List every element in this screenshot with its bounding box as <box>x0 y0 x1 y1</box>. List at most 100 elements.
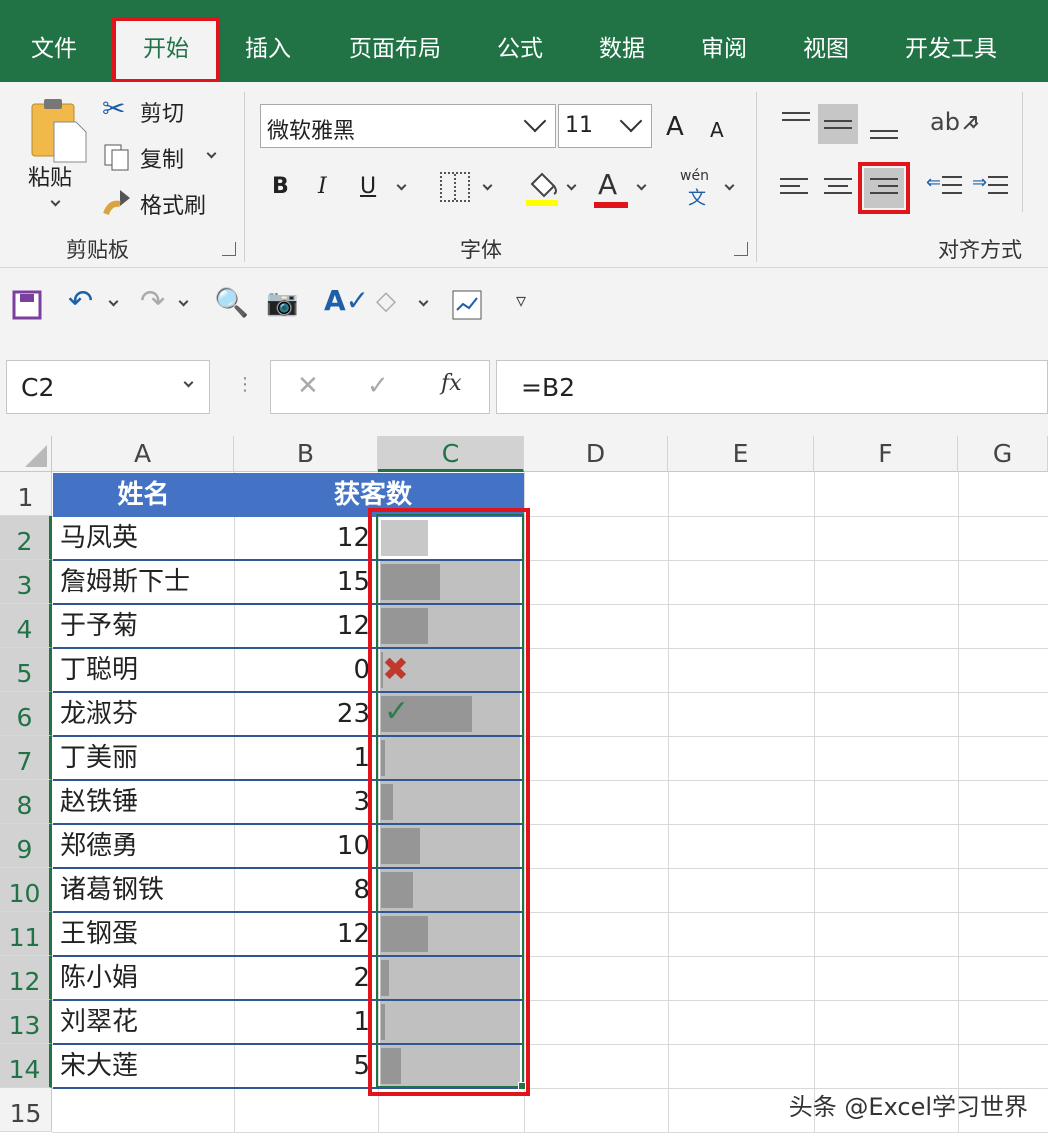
redo-icon[interactable]: ↷ <box>140 284 165 319</box>
row-header-5[interactable]: 5 <box>0 648 52 692</box>
align-top-button[interactable] <box>776 104 816 144</box>
bold-button[interactable]: B <box>272 174 289 199</box>
tab-page-layout[interactable]: 页面布局 <box>330 20 460 80</box>
shapes-dropdown-icon[interactable] <box>418 296 429 307</box>
font-size-select[interactable]: 11 <box>558 104 652 148</box>
table-cell-count[interactable]: 1 <box>234 736 370 780</box>
table-cell-name[interactable]: 陈小娟 <box>60 956 232 1000</box>
tab-home[interactable]: 开始 <box>114 20 218 82</box>
row-header-8[interactable]: 8 <box>0 780 52 824</box>
underline-button[interactable]: U <box>360 174 376 199</box>
undo-icon[interactable]: ↶ <box>68 284 93 319</box>
row-header-12[interactable]: 12 <box>0 956 52 1000</box>
font-color-dropdown-icon[interactable] <box>636 180 647 191</box>
align-right-button[interactable] <box>864 168 904 208</box>
name-box-dropdown-icon[interactable] <box>183 377 194 388</box>
table-cell-count[interactable]: 12 <box>234 604 370 648</box>
column-header-b[interactable]: B <box>234 436 378 472</box>
table-cell-name[interactable]: 诸葛钢铁 <box>60 868 232 912</box>
format-painter-button[interactable]: 格式刷 <box>102 186 222 220</box>
row-header-15[interactable]: 15 <box>0 1088 52 1132</box>
name-box[interactable]: C2 <box>6 360 210 414</box>
cancel-icon[interactable]: ✕ <box>297 371 319 401</box>
column-header-a[interactable]: A <box>52 436 234 472</box>
align-left-button[interactable] <box>776 168 816 208</box>
chart-icon[interactable] <box>452 290 482 320</box>
table-cell-name[interactable]: 丁聪明 <box>60 648 232 692</box>
tab-formulas[interactable]: 公式 <box>478 20 562 80</box>
enter-icon[interactable]: ✓ <box>367 371 389 401</box>
column-header-d[interactable]: D <box>524 436 668 472</box>
camera-icon[interactable]: 📷 <box>266 288 298 318</box>
table-cell-count[interactable]: 2 <box>234 956 370 1000</box>
shrink-font-button[interactable]: A <box>710 118 724 142</box>
grow-font-button[interactable]: A <box>666 112 684 142</box>
font-launcher-icon[interactable] <box>734 242 748 256</box>
table-cell-name[interactable]: 龙淑芬 <box>60 692 232 736</box>
column-header-f[interactable]: F <box>814 436 958 472</box>
row-header-13[interactable]: 13 <box>0 1000 52 1044</box>
paste-button[interactable]: 粘贴 <box>22 96 92 216</box>
copy-dropdown-icon[interactable] <box>206 148 217 159</box>
tab-data[interactable]: 数据 <box>580 20 664 80</box>
column-header-e[interactable]: E <box>668 436 814 472</box>
borders-dropdown-icon[interactable] <box>482 180 493 191</box>
tab-file[interactable]: 文件 <box>8 20 100 80</box>
table-cell-name[interactable]: 丁美丽 <box>60 736 232 780</box>
phonetic-dropdown-icon[interactable] <box>724 180 735 191</box>
formula-input[interactable]: =B2 <box>496 360 1048 414</box>
align-middle-button[interactable] <box>818 104 858 144</box>
row-header-11[interactable]: 11 <box>0 912 52 956</box>
row-header-4[interactable]: 4 <box>0 604 52 648</box>
table-cell-name[interactable]: 王钢蛋 <box>60 912 232 956</box>
cut-button[interactable]: ✂ 剪切 <box>102 92 202 128</box>
table-cell-name[interactable]: 于予菊 <box>60 604 232 648</box>
fill-color-dropdown-icon[interactable] <box>566 180 577 191</box>
spelling-icon[interactable]: A✓ <box>324 284 369 317</box>
fill-color-button[interactable] <box>524 168 560 208</box>
customize-qat-icon[interactable]: ▿ <box>516 288 526 312</box>
tab-insert[interactable]: 插入 <box>226 20 310 80</box>
undo-dropdown-icon[interactable] <box>108 296 119 307</box>
table-header-count[interactable]: 获客数 <box>234 473 524 517</box>
table-cell-count[interactable]: 3 <box>234 780 370 824</box>
align-bottom-button[interactable] <box>864 104 904 144</box>
clipboard-launcher-icon[interactable] <box>222 242 236 256</box>
redo-dropdown-icon[interactable] <box>178 296 189 307</box>
column-header-c[interactable]: C <box>378 436 524 472</box>
phonetic-button[interactable]: wén 文 <box>680 168 720 209</box>
italic-button[interactable]: I <box>318 174 327 199</box>
borders-button[interactable] <box>440 172 470 202</box>
select-all-corner[interactable] <box>0 436 52 472</box>
row-header-7[interactable]: 7 <box>0 736 52 780</box>
row-header-2[interactable]: 2 <box>0 516 52 560</box>
underline-dropdown-icon[interactable] <box>396 180 407 191</box>
font-color-button[interactable]: A <box>594 168 630 208</box>
align-center-button[interactable] <box>818 168 858 208</box>
column-header-g[interactable]: G <box>958 436 1048 472</box>
shapes-icon[interactable]: ◇ <box>376 286 396 316</box>
tab-developer[interactable]: 开发工具 <box>886 20 1016 80</box>
save-icon[interactable] <box>12 290 42 320</box>
table-cell-name[interactable]: 宋大莲 <box>60 1044 232 1088</box>
row-header-9[interactable]: 9 <box>0 824 52 868</box>
table-cell-count[interactable]: 8 <box>234 868 370 912</box>
decrease-indent-button[interactable]: ⇐ <box>926 168 966 208</box>
table-cell-count[interactable]: 10 <box>234 824 370 868</box>
table-cell-name[interactable]: 马凤英 <box>60 516 232 560</box>
table-cell-count[interactable]: 12 <box>234 912 370 956</box>
table-cell-name[interactable]: 刘翠花 <box>60 1000 232 1044</box>
spreadsheet-grid[interactable]: A B C D E F G 1 2 3 4 5 6 7 8 9 10 11 12 13 14 15 姓名 获客数 马凤英 12 詹姆… <box>0 436 1048 1140</box>
row-header-3[interactable]: 3 <box>0 560 52 604</box>
table-cell-count[interactable]: 5 <box>234 1044 370 1088</box>
table-cell-name[interactable]: 郑德勇 <box>60 824 232 868</box>
row-header-14[interactable]: 14 <box>0 1044 52 1088</box>
row-header-6[interactable]: 6 <box>0 692 52 736</box>
insert-function-button[interactable]: fx <box>441 371 462 396</box>
drag-handle-icon[interactable]: ⋮ <box>236 374 254 395</box>
tab-review[interactable]: 审阅 <box>682 20 766 80</box>
tab-view[interactable]: 视图 <box>784 20 868 80</box>
row-header-10[interactable]: 10 <box>0 868 52 912</box>
table-cell-count[interactable]: 23 <box>234 692 370 736</box>
row-header-1[interactable]: 1 <box>0 472 52 516</box>
